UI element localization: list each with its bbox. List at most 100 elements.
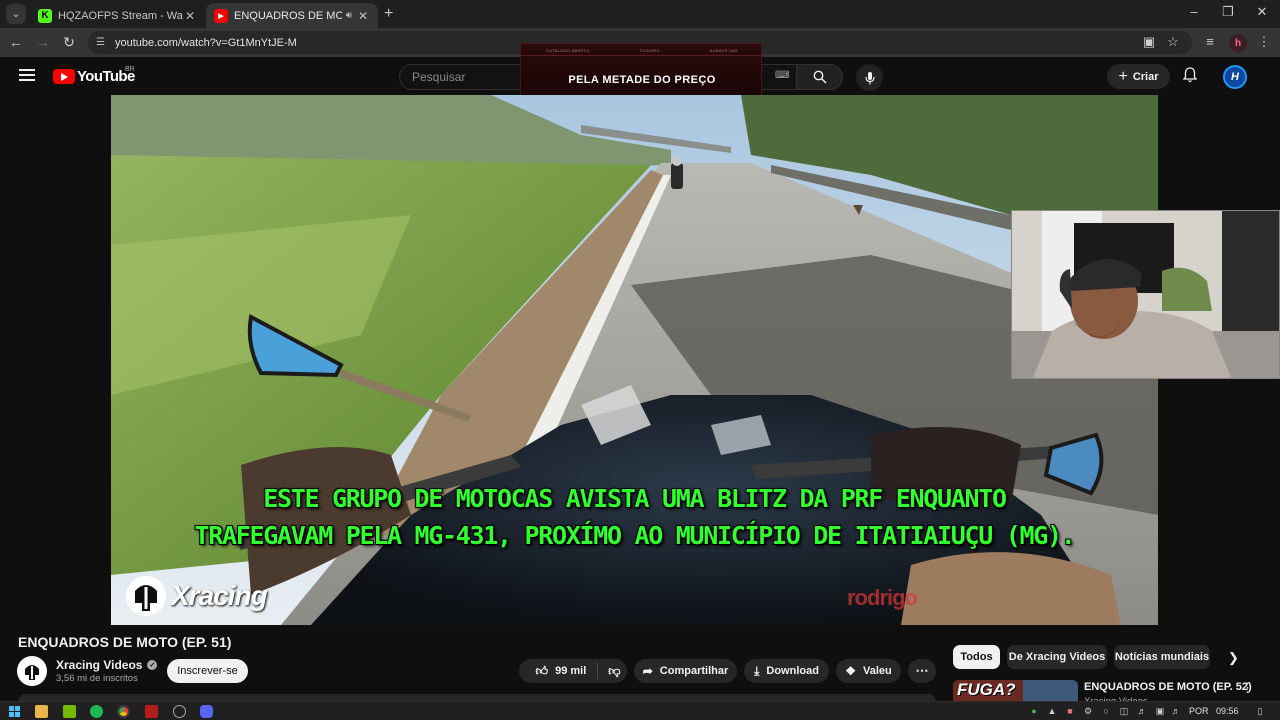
hamburger-menu-icon[interactable]	[19, 69, 35, 81]
notifications-center-icon[interactable]: ▯	[1254, 706, 1266, 717]
download-button[interactable]: ⤓ Download	[744, 659, 829, 683]
ad-label: TICKURO	[639, 48, 660, 53]
ad-banner[interactable]: CATÁLOGO ABERTO TICKURO ALWAYS HAS PELA …	[520, 43, 762, 103]
tab-title: ENQUADROS DE MOTO (EP. 51)	[234, 9, 342, 22]
obs-recording-icon[interactable]	[145, 705, 158, 718]
plus-icon: +	[1118, 67, 1128, 85]
streamer-webcam	[1011, 210, 1280, 379]
search-icon	[813, 70, 827, 84]
thumbs-up-icon: 👍︎	[535, 663, 549, 678]
tray-icon[interactable]: ●	[1028, 706, 1040, 716]
search-button[interactable]	[797, 64, 843, 90]
chip-from-channel[interactable]: De Xracing Videos	[1007, 645, 1107, 669]
file-explorer-icon[interactable]	[35, 705, 48, 718]
spotify-icon[interactable]	[90, 705, 103, 718]
create-button[interactable]: + Criar	[1107, 64, 1170, 89]
video-title: ENQUADROS DE MOTO (EP. 51)	[18, 634, 232, 650]
network-icon[interactable]: ▣	[1154, 706, 1166, 717]
share-label: Compartilhar	[659, 665, 729, 677]
youtube-logo[interactable]: YouTube BR	[53, 66, 135, 85]
new-tab-plus-icon[interactable]: +	[384, 5, 393, 23]
brand-text: Xracing	[171, 580, 268, 611]
super-thanks-icon: ❖	[845, 664, 856, 678]
url-text: youtube.com/watch?v=Gt1MnYtJE-M	[114, 36, 297, 49]
channel-name-text: Xracing Videos	[56, 658, 143, 672]
media-queue-icon[interactable]: ≡	[1201, 34, 1219, 49]
close-tab-icon[interactable]: ✕	[183, 9, 197, 23]
microphone-tray-icon[interactable]: ♬	[1136, 706, 1148, 716]
browser-tab-kick[interactable]: K HQZAOFPS Stream - Watch Live ✕	[30, 3, 205, 28]
subtitle-line-1: ESTE GRUPO DE MOTOCAS AVISTA UMA BLITZ D…	[263, 484, 1007, 513]
video-player[interactable]: ESTE GRUPO DE MOTOCAS AVISTA UMA BLITZ D…	[111, 95, 1158, 625]
bookmark-star-icon[interactable]: ☆	[1164, 34, 1182, 50]
volume-icon[interactable]: ♬	[1170, 706, 1182, 716]
search-placeholder: Pesquisar	[412, 70, 466, 84]
kick-icon: K	[38, 8, 52, 23]
windows-taskbar: ● ▲ ■ ⚙ ○ ◫ ♬ ▣ ♬ POR 09:56 ▯	[0, 701, 1280, 720]
tray-icon[interactable]: ▲	[1046, 706, 1058, 716]
minimize-icon[interactable]: –	[1179, 4, 1209, 19]
thanks-button[interactable]: ❖ Valeu	[836, 659, 901, 683]
windows-start-icon[interactable]	[8, 705, 21, 718]
thanks-label: Valeu	[863, 665, 892, 677]
tray-icon[interactable]: ○	[1100, 706, 1112, 716]
subscriber-count: 3,56 mi de inscritos	[56, 673, 138, 684]
chevron-right-icon[interactable]: ❯	[1228, 650, 1239, 666]
dislike-button[interactable]: 👎︎	[598, 664, 620, 679]
reload-icon[interactable]: ↻	[59, 34, 79, 51]
forward-arrow-icon[interactable]: →	[33, 34, 53, 50]
input-language[interactable]: POR	[1189, 706, 1209, 716]
tray-icon[interactable]: ◫	[1118, 706, 1130, 717]
channel-avatar[interactable]	[17, 656, 47, 686]
chip-all[interactable]: Todos	[953, 645, 1000, 669]
youtube-play-icon	[53, 69, 75, 84]
browser-tab-strip: ⌄ K HQZAOFPS Stream - Watch Live ✕ ▶ ENQ…	[0, 0, 1280, 28]
tab-search-chevron-icon[interactable]: ⌄	[6, 4, 26, 24]
recommended-title[interactable]: ENQUADROS DE MOTO (EP. 52)	[1084, 681, 1252, 693]
ad-label: ALWAYS HAS	[709, 48, 738, 53]
subscribe-button[interactable]: Inscrever-se	[167, 659, 248, 683]
more-horizontal-icon: ⋯	[915, 663, 929, 678]
like-button[interactable]: 👍︎ 99 mil	[526, 663, 599, 679]
xbox-icon[interactable]	[173, 705, 186, 718]
tray-icon[interactable]: ■	[1064, 706, 1076, 716]
create-label: Criar	[1132, 70, 1159, 83]
kebab-menu-icon[interactable]: ⋮	[1241, 680, 1254, 696]
webcam-frame	[1012, 211, 1279, 378]
kebab-menu-icon[interactable]: ⋮	[1255, 34, 1273, 50]
discord-icon[interactable]	[200, 705, 213, 718]
browser-tab-youtube[interactable]: ▶ ENQUADROS DE MOTO (EP. 51) 🔊︎ ✕	[206, 3, 378, 28]
voice-search-button[interactable]	[856, 64, 883, 91]
keyboard-icon[interactable]: ⌨	[775, 70, 789, 81]
tray-icon[interactable]: ⚙	[1082, 706, 1094, 717]
close-tab-icon[interactable]: ✕	[356, 9, 370, 23]
subtitle-line-2: TRAFEGAVAM PELA MG-431, PROXÍMO AO MUNIC…	[194, 521, 1075, 550]
ad-label: CATÁLOGO ABERTO	[546, 48, 590, 53]
back-arrow-icon[interactable]: ←	[6, 34, 26, 50]
download-icon: ⤓	[754, 663, 760, 678]
ad-divider	[521, 55, 761, 56]
clock-time[interactable]: 09:56	[1216, 706, 1239, 716]
account-avatar[interactable]: H	[1223, 65, 1247, 89]
site-info-icon[interactable]: ☰	[96, 37, 105, 48]
notifications-bell-icon[interactable]	[1182, 67, 1198, 87]
thumbnail-text: FUGA?	[957, 680, 1016, 699]
channel-name[interactable]: Xracing Videos ✓	[56, 658, 158, 672]
share-button[interactable]: ➦ Compartilhar	[634, 659, 737, 683]
browser-profile-avatar[interactable]: h	[1229, 34, 1247, 52]
ad-header-labels: CATÁLOGO ABERTO TICKURO ALWAYS HAS	[521, 48, 761, 53]
install-app-icon[interactable]: ▣	[1140, 34, 1158, 50]
creator-watermark: rodrigo	[847, 585, 918, 610]
ad-headline: PELA METADE DO PREÇO	[568, 74, 716, 86]
chip-world-news[interactable]: Notícias mundiais	[1114, 645, 1210, 669]
more-actions-button[interactable]: ⋯	[908, 659, 936, 683]
spartan-helmet-icon	[126, 576, 166, 616]
restore-icon[interactable]: ❐	[1213, 4, 1243, 20]
speaker-icon[interactable]: 🔊︎	[346, 10, 352, 21]
youtube-icon: ▶	[214, 8, 228, 23]
close-window-icon[interactable]: ✕	[1247, 4, 1277, 20]
chrome-icon[interactable]	[117, 705, 130, 718]
xracing-logo: Xracing	[123, 573, 268, 619]
nvidia-icon[interactable]	[63, 705, 76, 718]
microphone-icon	[864, 71, 875, 84]
